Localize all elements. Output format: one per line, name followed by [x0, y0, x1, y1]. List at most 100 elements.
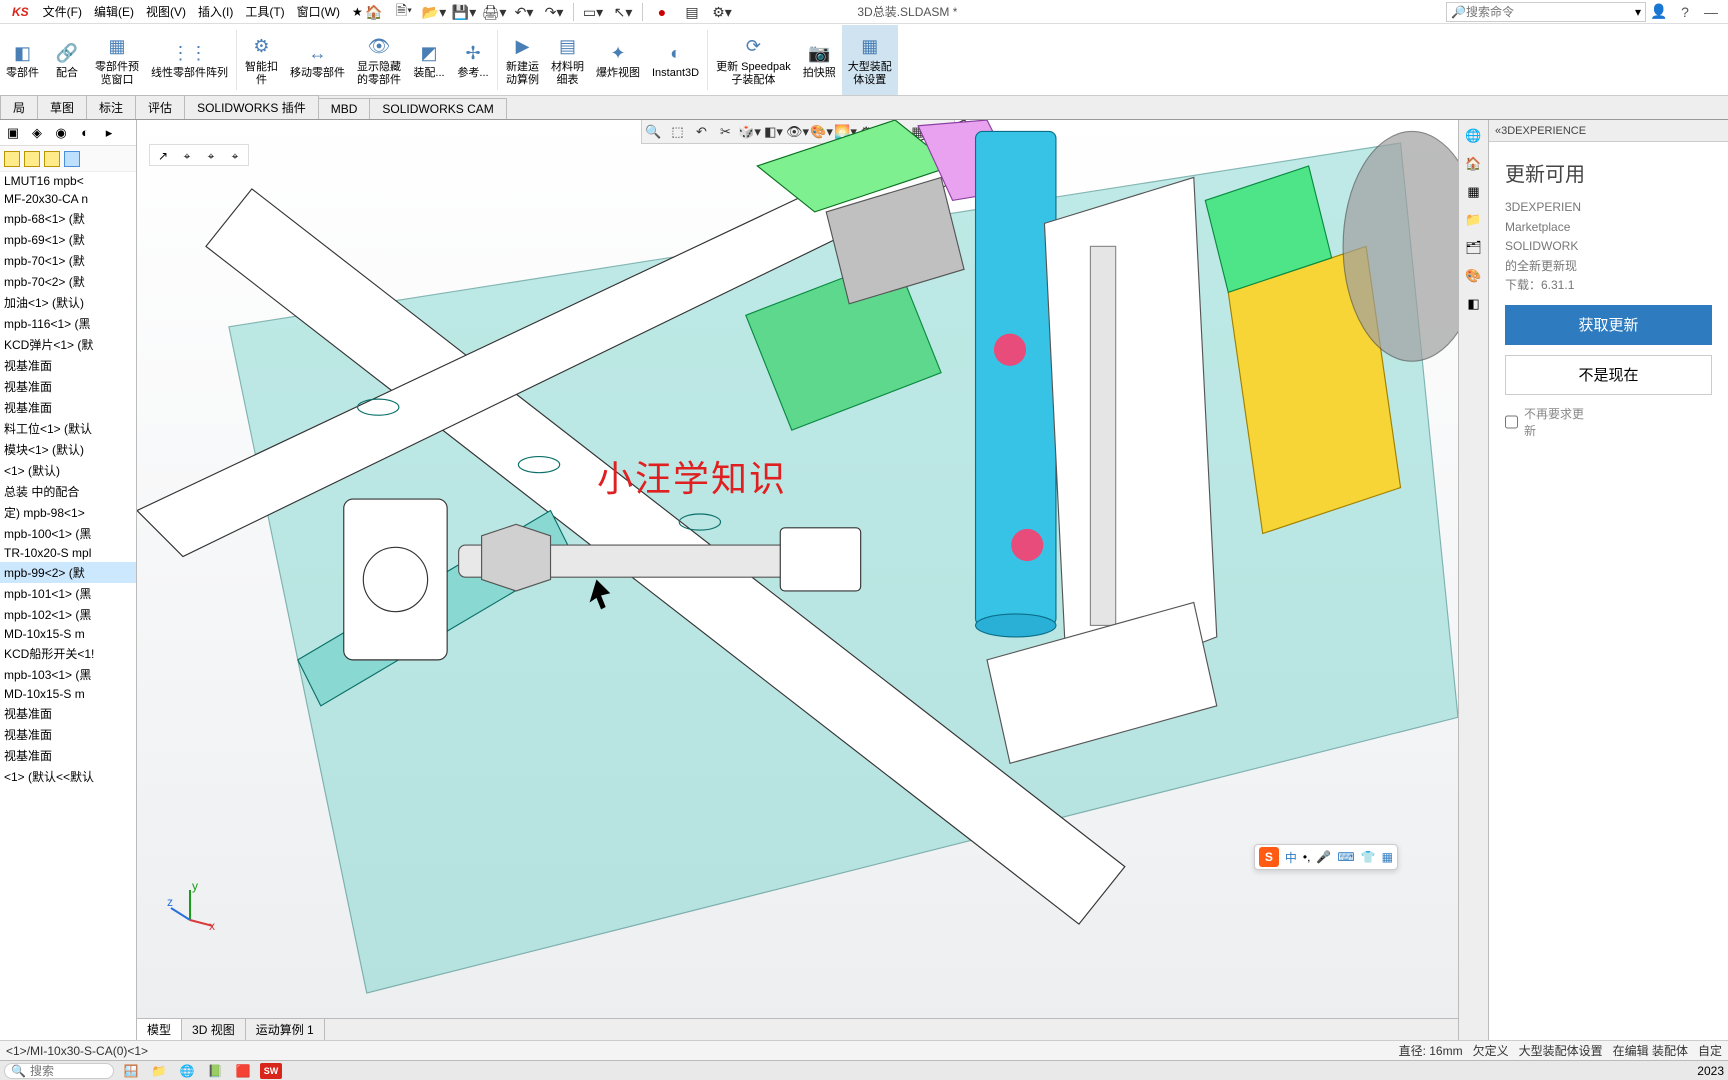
tp-tab-appearance-icon[interactable]: 🎨 — [1462, 264, 1486, 288]
qat-select-icon[interactable]: ▭▾ — [579, 1, 607, 23]
btab-3dview[interactable]: 3D 视图 — [182, 1019, 246, 1040]
tree-item[interactable]: 视基准面 — [0, 355, 136, 376]
qat-undo-icon[interactable]: ↶▾ — [510, 1, 538, 23]
tree-item[interactable]: mpb-116<1> (黑 — [0, 313, 136, 334]
tree-item[interactable]: 加油<1> (默认) — [0, 292, 136, 313]
search-dropdown-icon[interactable]: ▾ — [1635, 5, 1641, 19]
rb-move-component[interactable]: ↔移动零部件 — [284, 25, 351, 95]
rb-reference[interactable]: ✢参考... — [451, 25, 495, 95]
rb-snapshot[interactable]: 📷拍快照 — [797, 25, 842, 95]
ime-punct-icon[interactable]: •, — [1303, 850, 1311, 864]
qat-cursor-icon[interactable]: ↖▾ — [609, 1, 637, 23]
tp-tab-resources-icon[interactable]: ▦ — [1462, 180, 1486, 204]
tree-item[interactable]: <1> (默认) — [0, 460, 136, 481]
btab-model[interactable]: 模型 — [137, 1019, 182, 1040]
tree-item[interactable]: 视基准面 — [0, 724, 136, 745]
tree-item[interactable]: LMUT16 mpb< — [0, 172, 136, 190]
tree-item[interactable]: mpb-99<2> (默 — [0, 562, 136, 583]
qat-redo-icon[interactable]: ↷▾ — [540, 1, 568, 23]
rb-instant3d[interactable]: ◐Instant3D — [646, 25, 705, 95]
rb-show-hidden[interactable]: 👁显示隐藏 的零部件 — [351, 25, 407, 95]
cube-icon[interactable] — [4, 151, 20, 167]
rb-smart-fastener[interactable]: ⚙智能扣 件 — [239, 25, 284, 95]
tree-item[interactable]: 视基准面 — [0, 703, 136, 724]
tab-addins[interactable]: SOLIDWORKS 插件 — [184, 95, 319, 119]
cube-icon[interactable] — [44, 151, 60, 167]
fm-tab-feature-tree[interactable]: ▣ — [2, 122, 24, 144]
qat-rebuild-icon[interactable]: ● — [648, 1, 676, 23]
menu-file[interactable]: 文件(F) — [37, 1, 88, 22]
feature-tree[interactable]: LMUT16 mpb<MF-20x30-CA nmpb-68<1> (默mpb-… — [0, 172, 136, 1040]
ime-toolbox-icon[interactable]: ▦ — [1382, 850, 1393, 864]
tree-item[interactable]: mpb-100<1> (黑 — [0, 523, 136, 544]
tree-item[interactable]: TR-10x20-S mpl — [0, 544, 136, 562]
os-search-input[interactable] — [30, 1064, 100, 1078]
taskbar-app-1[interactable]: 🪟 — [120, 1063, 142, 1079]
tp-tab-library-icon[interactable]: 📁 — [1462, 208, 1486, 232]
rb-assembly-features[interactable]: ◩装配... — [407, 25, 451, 95]
dont-ask-checkbox-input[interactable] — [1505, 405, 1518, 439]
taskbar-app-3[interactable]: 🌐 — [176, 1063, 198, 1079]
qat-print-icon[interactable]: 🖨▾ — [480, 1, 508, 23]
ime-skin-icon[interactable]: 👕 — [1361, 850, 1376, 864]
menu-window[interactable]: 窗口(W) — [291, 1, 346, 22]
fm-tab-display[interactable]: ◐ — [74, 122, 96, 144]
ime-keyboard-icon[interactable]: ⌨ — [1337, 850, 1354, 864]
tree-item[interactable]: <1> (默认<<默认 — [0, 766, 136, 787]
os-search[interactable]: 🔍 — [4, 1063, 114, 1079]
tree-item[interactable]: mpb-103<1> (黑 — [0, 664, 136, 685]
rb-large-assembly[interactable]: ▦大型装配 体设置 — [842, 25, 898, 95]
menu-tools[interactable]: 工具(T) — [239, 1, 290, 22]
qat-open-icon[interactable]: 📂▾ — [420, 1, 448, 23]
rb-motion-study[interactable]: ▶新建运 动算例 — [500, 25, 545, 95]
graphics-viewport[interactable]: ↗ ⌖ ⌖ ⌖ 🔍 ⬚ ↶ ✂ 🎲▾ ◧▾ 👁▾ 🎨▾ 🌅▾ ⚙▾ ◐ ▦ ▾ — [137, 120, 1458, 1040]
tab-evaluate[interactable]: 评估 — [135, 95, 185, 119]
tree-item[interactable]: KCD船形开关<1! — [0, 643, 136, 664]
taskbar-app-solidworks[interactable]: SW — [260, 1063, 282, 1079]
rb-bom[interactable]: ▤材料明 细表 — [545, 25, 590, 95]
tp-tab-custom-icon[interactable]: ◧ — [1462, 292, 1486, 316]
taskbar-app-5[interactable]: 🟥 — [232, 1063, 254, 1079]
qat-settings-icon[interactable]: ⚙▾ — [708, 1, 736, 23]
tree-item[interactable]: MD-10x15-S m — [0, 685, 136, 703]
command-search[interactable]: 🔎 ▾ — [1446, 2, 1646, 22]
btab-motion-study[interactable]: 运动算例 1 — [246, 1019, 325, 1040]
tree-item[interactable]: 定) mpb-98<1> — [0, 502, 136, 523]
tp-tab-view-palette-icon[interactable]: 🗂 — [1462, 236, 1486, 260]
tree-item[interactable]: 视基准面 — [0, 376, 136, 397]
rb-preview-window[interactable]: ▦零部件预 览窗口 — [89, 25, 145, 95]
help-icon[interactable]: ? — [1672, 2, 1698, 22]
cube-icon-active[interactable] — [64, 151, 80, 167]
tree-item[interactable]: 料工位<1> (默认 — [0, 418, 136, 439]
tree-item[interactable]: mpb-69<1> (默 — [0, 229, 136, 250]
tree-item[interactable]: mpb-70<2> (默 — [0, 271, 136, 292]
taskbar-app-4[interactable]: 📗 — [204, 1063, 226, 1079]
taskbar-app-2[interactable]: 📁 — [148, 1063, 170, 1079]
tree-item[interactable]: 模块<1> (默认) — [0, 439, 136, 460]
qat-home-icon[interactable]: 🏠 — [360, 1, 388, 23]
tree-item[interactable]: mpb-70<1> (默 — [0, 250, 136, 271]
qat-save-icon[interactable]: 💾▾ — [450, 1, 478, 23]
tab-mbd[interactable]: MBD — [318, 98, 371, 119]
user-icon[interactable]: 👤 — [1646, 2, 1672, 22]
ime-mic-icon[interactable]: 🎤 — [1316, 850, 1331, 864]
ime-lang-label[interactable]: 中 — [1285, 849, 1297, 866]
tab-sketch[interactable]: 草图 — [37, 95, 87, 119]
minimize-icon[interactable]: — — [1698, 2, 1724, 22]
rb-linear-pattern[interactable]: ⋮⋮线性零部件阵列 — [145, 25, 234, 95]
tp-tab-home-icon[interactable]: 🏠 — [1462, 152, 1486, 176]
menu-edit[interactable]: 编辑(E) — [88, 1, 140, 22]
rb-speedpak[interactable]: ⟳更新 Speedpak 子装配体 — [710, 25, 797, 95]
tree-item[interactable]: mpb-101<1> (黑 — [0, 583, 136, 604]
tree-item[interactable]: 视基准面 — [0, 397, 136, 418]
tab-layout[interactable]: 局 — [0, 95, 38, 119]
view-triad[interactable]: y x z — [165, 880, 215, 930]
tree-item[interactable]: 总装 中的配合 — [0, 481, 136, 502]
qat-new-icon[interactable]: 🗎▾ — [390, 1, 418, 23]
rb-exploded-view[interactable]: ✦爆炸视图 — [590, 25, 646, 95]
qat-options-icon[interactable]: ▤ — [678, 1, 706, 23]
menu-insert[interactable]: 插入(I) — [192, 1, 239, 22]
fm-tab-more[interactable]: ▸ — [98, 122, 120, 144]
menu-view[interactable]: 视图(V) — [140, 1, 192, 22]
dont-ask-checkbox[interactable]: 不再要求更 新 — [1505, 405, 1712, 439]
